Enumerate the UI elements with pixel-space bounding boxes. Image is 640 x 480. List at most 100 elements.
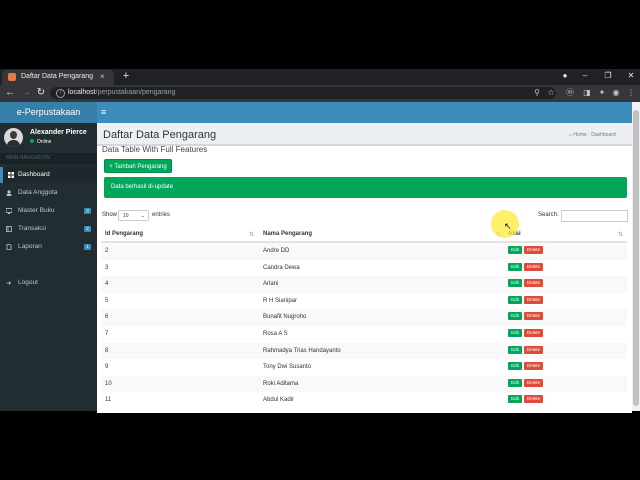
cell-name: Bunafit Nugroho [263, 314, 307, 321]
profile-avatar-icon[interactable]: ◉ [611, 88, 621, 98]
close-window-icon[interactable]: ✕ [624, 70, 638, 82]
menu-kebab-icon[interactable]: ⋮ [626, 88, 636, 98]
scrollbar-thumb[interactable] [633, 110, 639, 406]
sidebar-item-logout[interactable]: Logout [0, 275, 97, 291]
search-input[interactable] [561, 210, 628, 222]
delete-button[interactable]: Delete [524, 246, 543, 254]
column-nama-header[interactable]: Nama Pengarang [263, 231, 312, 237]
table-row: 8 Rahmadya Trias Handayanto Edit Delete [101, 342, 627, 360]
box-title: Data Table With Full Features [102, 145, 208, 154]
page-title: Daftar Data Pengarang [103, 129, 217, 141]
entries-length-select[interactable]: 10 ⌄ [118, 210, 149, 221]
sidebar-item-label: Master Buku [18, 207, 55, 214]
file-icon [6, 244, 12, 250]
delete-button[interactable]: Delete [524, 345, 543, 354]
delete-button[interactable]: Delete [524, 295, 543, 304]
delete-button[interactable]: Delete [524, 395, 543, 404]
menu-badge: 3 [84, 208, 91, 214]
puzzle-icon[interactable]: ✦ [597, 88, 607, 98]
sidebar-item-label: Logout [18, 279, 38, 286]
edit-button[interactable]: Edit [508, 378, 522, 387]
user-status: Online [30, 139, 51, 145]
extension-m-icon[interactable]: ⓜ [565, 88, 575, 98]
zoom-search-icon[interactable]: ⚲ [532, 88, 542, 98]
delete-button[interactable]: Delete [524, 329, 543, 337]
forward-icon[interactable]: → [20, 86, 32, 100]
sidebar-item-master-buku[interactable]: Master Buku 3 [0, 203, 97, 219]
favicon-icon [8, 73, 16, 81]
minimize-icon[interactable]: – [578, 70, 592, 82]
edit-button[interactable]: Edit [508, 312, 522, 321]
bookmark-star-icon[interactable]: ☆ [546, 88, 556, 98]
online-dot-icon [30, 139, 34, 143]
close-tab-icon[interactable]: × [100, 72, 105, 81]
cell-id: 8 [105, 347, 109, 354]
logout-icon [6, 281, 12, 285]
info-icon[interactable]: i [56, 89, 65, 98]
edit-button[interactable]: Edit [508, 329, 522, 337]
entries-label: entries [152, 212, 171, 218]
breadcrumb: ⌂ Home › Dashboard [569, 132, 616, 138]
monitor-icon [6, 208, 12, 214]
delete-button[interactable]: Delete [524, 312, 543, 321]
avatar [4, 128, 23, 147]
back-icon[interactable]: ← [4, 86, 16, 100]
sidebar-item-transaksi[interactable]: Transaksi 2 [0, 221, 97, 237]
edit-button[interactable]: Edit [508, 362, 522, 371]
cell-id: 4 [105, 281, 109, 288]
nav-header: MAIN NAVIGATION [0, 153, 97, 164]
browser-tab[interactable]: Daftar Data Pengarang × [2, 70, 114, 85]
table-row: 2 Andre DD Edit Delete [101, 243, 627, 260]
sidebar-item-label: Laporan [18, 243, 42, 250]
cell-id: 9 [105, 364, 109, 371]
reload-icon[interactable]: ↻ [35, 86, 47, 100]
url-host: localhost [68, 89, 96, 96]
cell-name: Candra Dewa [263, 264, 300, 271]
user-name: Alexander Pierce [30, 129, 87, 136]
new-tab-button[interactable]: + [121, 70, 131, 82]
profile-dot-icon[interactable]: ● [558, 70, 572, 82]
url-path: /perpustakaan/pengarang [95, 89, 176, 96]
edit-button[interactable]: Edit [508, 295, 522, 304]
table-row: 9 Tony Dwi Susanto Edit Delete [101, 359, 627, 376]
edit-button[interactable]: Edit [508, 279, 522, 288]
edit-button[interactable]: Edit [508, 345, 522, 354]
maximize-icon[interactable]: ❐ [601, 70, 615, 82]
url-text: localhost/perpustakaan/pengarang [68, 89, 175, 96]
sort-icon[interactable]: ⇅ [249, 231, 254, 238]
delete-button[interactable]: Delete [524, 262, 543, 271]
table-row: 5 R H Sianipar Edit Delete [101, 293, 627, 310]
app-logo[interactable]: e-Perpustakaan [0, 102, 97, 123]
entries-length-value: 10 [123, 213, 129, 219]
edit-button[interactable]: Edit [508, 395, 522, 404]
delete-button[interactable]: Delete [524, 362, 543, 371]
sidebar-item-dashboard[interactable]: Dashboard [0, 167, 97, 183]
chevron-down-icon: ⌄ [140, 213, 145, 219]
delete-button[interactable]: Delete [524, 378, 543, 387]
cell-name: Rahmadya Trias Handayanto [263, 347, 341, 354]
sidebar-toggle-icon[interactable]: ≡ [101, 105, 113, 119]
sidebar-item-laporan[interactable]: Laporan 1 [0, 239, 97, 255]
table-row: 6 Bunafit Nugroho Edit Delete [101, 309, 627, 326]
sort-icon[interactable]: ⇅ [618, 231, 623, 238]
search-label: Search: [538, 212, 559, 218]
user-status-label: Online [37, 139, 52, 145]
table-row: 10 Roki Aditama Edit Delete [101, 375, 627, 393]
edit-button[interactable]: Edit [508, 262, 522, 271]
breadcrumb-home[interactable]: Home [573, 132, 586, 138]
delete-button[interactable]: Delete [524, 279, 543, 288]
column-id-header[interactable]: Id Pengarang [105, 231, 143, 237]
sidebar-item-data-anggota[interactable]: Data Anggota [0, 185, 97, 201]
cell-name: Abdul Kadir [263, 397, 295, 404]
table-row: 7 Rosa A S Edit Delete [101, 326, 627, 343]
cell-id: 2 [105, 248, 109, 254]
address-bar[interactable]: i localhost/perpustakaan/pengarang [50, 87, 556, 99]
cell-id: 5 [105, 297, 109, 304]
breadcrumb-current: Dashboard [591, 132, 616, 138]
tab-title: Daftar Data Pengarang [21, 73, 93, 80]
extension-icon[interactable]: ◨ [582, 88, 592, 98]
edit-button[interactable]: Edit [508, 246, 522, 254]
add-pengarang-button[interactable]: + Tambah Pengarang [104, 159, 172, 173]
sidebar-item-label: Data Anggota [18, 189, 58, 196]
dashboard-icon [8, 172, 14, 178]
